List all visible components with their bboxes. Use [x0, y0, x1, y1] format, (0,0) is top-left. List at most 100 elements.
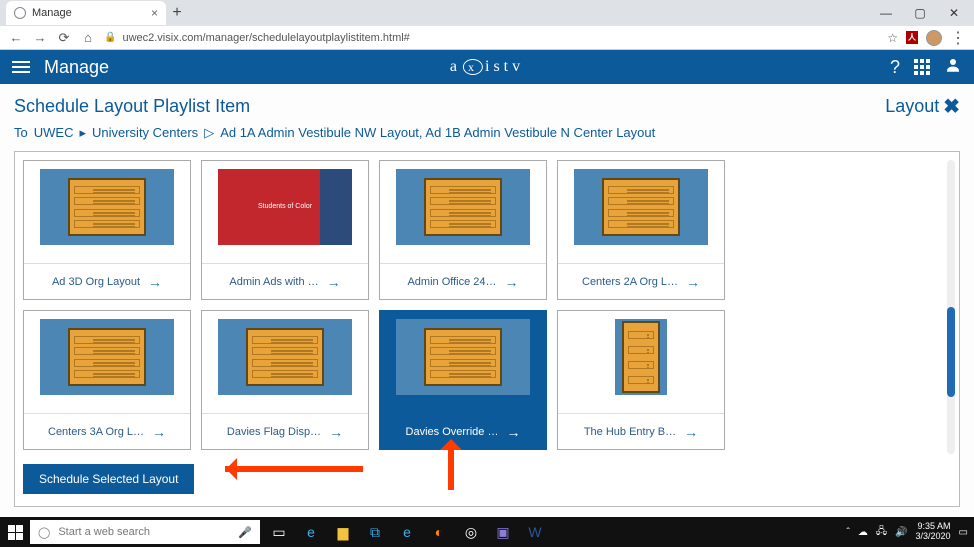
scrollbar-thumb[interactable] [947, 307, 955, 397]
page-content: Schedule Layout Playlist Item Layout ✖ T… [0, 84, 974, 517]
forward-button[interactable]: → [32, 30, 48, 45]
tab-row: Manage × + — ▢ ✕ [0, 0, 974, 26]
chevron-right-icon: ▷ [204, 125, 214, 141]
teams-icon[interactable]: ▣ [490, 519, 516, 545]
system-tray: ˆ ☁ 🖧 🔊 9:35 AM 3/3/2020 ▭ [847, 522, 974, 542]
kebab-menu-icon[interactable]: ⋮ [950, 28, 966, 48]
brand-logo: axistv [450, 58, 524, 76]
arrow-right-icon[interactable]: → [329, 424, 343, 440]
layout-tile[interactable]: Students of Color Admin Ads with … → [201, 160, 369, 300]
user-icon[interactable] [944, 56, 962, 79]
tile-label: Centers 2A Org L… [582, 276, 678, 288]
layout-tile[interactable]: Davies Override … → [379, 310, 547, 450]
ie-icon[interactable]: e [394, 519, 420, 545]
breadcrumb: To UWEC ▸ University Centers ▷ Ad 1A Adm… [14, 125, 960, 141]
bookmark-icon[interactable]: ☆ [887, 31, 898, 45]
menu-icon[interactable] [12, 61, 30, 73]
arrow-right-icon[interactable]: → [327, 274, 341, 290]
breadcrumb-level1[interactable]: University Centers [92, 125, 198, 141]
browser-tab[interactable]: Manage × [6, 1, 166, 25]
close-window-button[interactable]: ✕ [944, 6, 964, 20]
address-bar[interactable]: 🔒 uwec2.visix.com/manager/schedulelayout… [104, 32, 879, 44]
tile-label: Davies Flag Disp… [227, 426, 321, 438]
new-tab-button[interactable]: + [166, 2, 188, 24]
layout-tile[interactable]: Centers 2A Org L… → [557, 160, 725, 300]
chevron-right-icon: ▸ [79, 125, 86, 141]
store-icon[interactable]: ⧉ [362, 519, 388, 545]
layout-thumbnail [574, 169, 708, 245]
minimize-button[interactable]: — [876, 6, 896, 20]
schedule-selected-layout-button[interactable]: Schedule Selected Layout [23, 464, 194, 494]
layout-tile[interactable]: The Hub Entry B…→ [557, 310, 725, 450]
scrollbar[interactable] [947, 160, 955, 454]
lock-icon: 🔒 [104, 32, 116, 43]
home-button[interactable]: ⌂ [80, 30, 96, 45]
arrow-right-icon[interactable]: → [505, 274, 519, 290]
tile-label: Admin Office 24… [407, 276, 496, 288]
close-icon[interactable]: × [151, 6, 158, 20]
volume-icon[interactable]: 🔊 [895, 527, 907, 538]
app-title: Manage [44, 57, 109, 78]
arrow-right-icon[interactable]: → [148, 274, 162, 290]
close-icon: ✖ [943, 94, 960, 119]
tile-label: Centers 3A Org L… [48, 426, 144, 438]
layout-tile[interactable]: Davies Flag Disp… → [201, 310, 369, 450]
tab-favicon [14, 7, 26, 19]
layout-thumbnail: Students of Color [218, 169, 352, 245]
browser-chrome: Manage × + — ▢ ✕ ← → ⟳ ⌂ 🔒 uwec2.visix.c… [0, 0, 974, 50]
breadcrumb-to: To [14, 125, 28, 141]
breadcrumb-root[interactable]: UWEC [34, 125, 74, 141]
firefox-icon[interactable]: ◐ [426, 519, 452, 545]
tile-footer: The Hub Entry B…→ [558, 413, 724, 449]
layout-thumbnail [396, 319, 530, 395]
arrow-right-icon[interactable]: → [686, 274, 700, 290]
back-button[interactable]: ← [8, 30, 24, 45]
page-title: Schedule Layout Playlist Item [14, 96, 250, 117]
reload-button[interactable]: ⟳ [56, 30, 72, 46]
search-placeholder: Start a web search [58, 526, 150, 538]
explorer-icon[interactable]: ▆ [330, 519, 356, 545]
arrow-right-icon[interactable]: → [152, 424, 166, 440]
taskbar-search[interactable]: ◯ Start a web search 🎤 [30, 520, 260, 544]
start-button[interactable] [0, 517, 30, 547]
mic-icon[interactable]: 🎤 [238, 526, 252, 539]
pdf-extension-icon[interactable]: 人 [906, 31, 918, 44]
layout-tile[interactable]: Centers 3A Org L… → [23, 310, 191, 450]
onedrive-icon[interactable]: ☁ [858, 527, 868, 538]
profile-avatar[interactable] [926, 30, 942, 46]
window-controls: — ▢ ✕ [876, 6, 974, 20]
notifications-icon[interactable]: ▭ [959, 527, 968, 538]
layout-thumbnail [218, 319, 352, 395]
help-icon[interactable]: ? [890, 57, 900, 78]
taskbar-clock[interactable]: 9:35 AM 3/3/2020 [916, 522, 951, 542]
layout-close[interactable]: Layout ✖ [885, 94, 960, 119]
arrow-right-icon[interactable]: → [506, 424, 520, 440]
tile-label: Ad 3D Org Layout [52, 276, 140, 288]
maximize-button[interactable]: ▢ [910, 6, 930, 20]
layout-thumbnail [615, 319, 667, 395]
taskbar: ◯ Start a web search 🎤 ▭ e ▆ ⧉ e ◐ ◎ ▣ W… [0, 517, 974, 547]
tile-footer: Centers 2A Org L… → [558, 263, 724, 299]
layout-tile[interactable]: Ad 3D Org Layout → [23, 160, 191, 300]
header-actions: ? [890, 56, 962, 79]
edge-icon[interactable]: e [298, 519, 324, 545]
tile-label: Davies Override … [406, 426, 499, 438]
tray-chevron-icon[interactable]: ˆ [847, 527, 850, 538]
taskbar-pinned: ▭ e ▆ ⧉ e ◐ ◎ ▣ W [266, 519, 548, 545]
apps-grid-icon[interactable] [914, 59, 930, 75]
tile-label: Admin Ads with … [229, 276, 318, 288]
breadcrumb-level2[interactable]: Ad 1A Admin Vestibule NW Layout, Ad 1B A… [220, 125, 655, 141]
layout-tile[interactable]: Admin Office 24… → [379, 160, 547, 300]
chrome-icon[interactable]: ◎ [458, 519, 484, 545]
arrow-right-icon[interactable]: → [684, 424, 698, 440]
layout-thumbnail [40, 169, 174, 245]
search-icon: ◯ [38, 526, 50, 539]
layout-thumbnail [396, 169, 530, 245]
tile-footer: Centers 3A Org L… → [24, 413, 190, 449]
layout-thumbnail [40, 319, 174, 395]
tile-footer: Davies Flag Disp… → [202, 413, 368, 449]
network-icon[interactable]: 🖧 [876, 524, 887, 541]
word-icon[interactable]: W [522, 519, 548, 545]
task-view-icon[interactable]: ▭ [266, 519, 292, 545]
app-header: Manage axistv ? [0, 50, 974, 84]
